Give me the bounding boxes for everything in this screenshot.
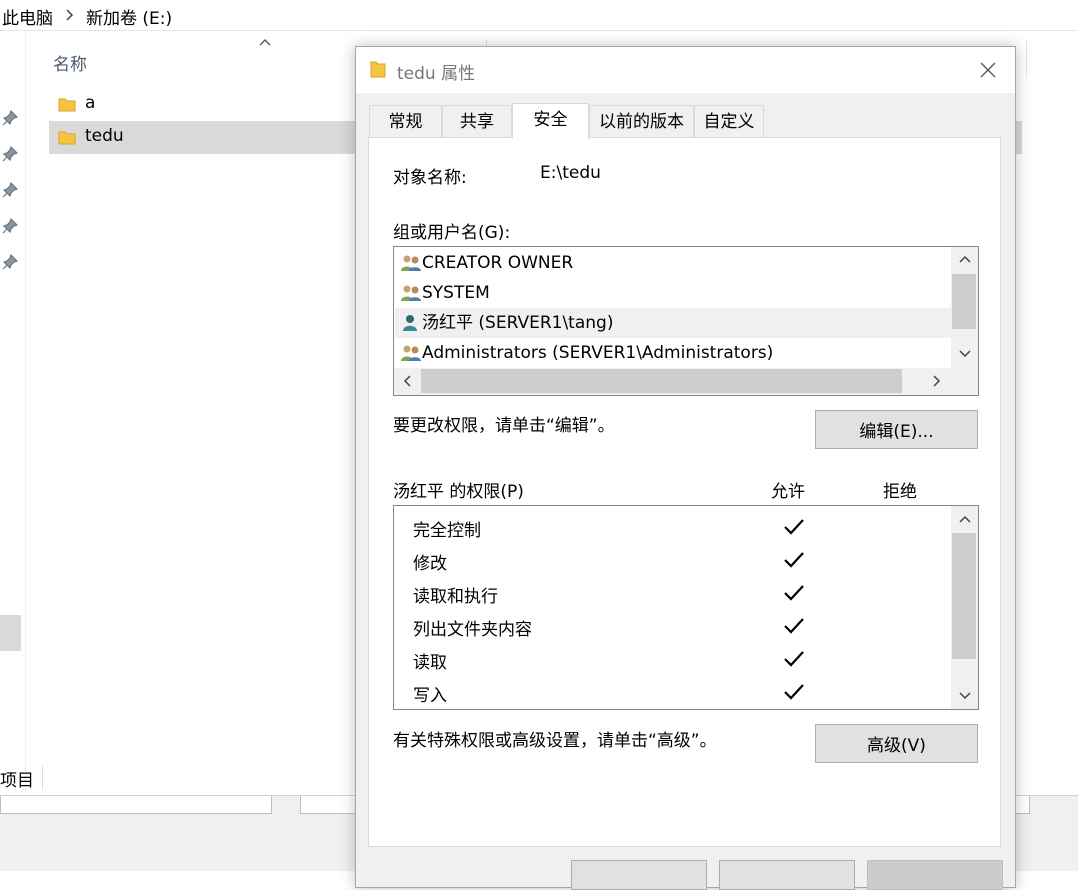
scroll-up-icon[interactable] bbox=[959, 515, 971, 523]
users-horizontal-scrollbar[interactable] bbox=[394, 368, 951, 395]
status-divider bbox=[42, 766, 43, 790]
address-bar[interactable]: 此电脑 新加卷 (E:) bbox=[0, 0, 1078, 31]
bottom-pane bbox=[300, 796, 360, 814]
group-users-icon bbox=[400, 284, 422, 302]
breadcrumb-chevron-icon bbox=[66, 9, 74, 21]
tab-customize[interactable]: 自定义 bbox=[694, 105, 764, 137]
user-item-system[interactable]: SYSTEM bbox=[400, 278, 490, 308]
scroll-down-icon[interactable] bbox=[959, 692, 971, 700]
scroll-thumb[interactable] bbox=[952, 533, 976, 659]
permission-name: 写入 bbox=[413, 686, 447, 706]
security-panel: 对象名称: E:\tedu 组或用户名(G): CREATOR OWNER SY… bbox=[368, 137, 1001, 847]
dialog-titlebar[interactable]: tedu 属性 bbox=[356, 47, 1015, 93]
permissions-vertical-scrollbar[interactable] bbox=[951, 506, 978, 709]
navigation-pane bbox=[0, 30, 26, 795]
allow-check-icon bbox=[783, 551, 805, 569]
scroll-up-icon[interactable] bbox=[959, 255, 971, 263]
deny-header: 拒绝 bbox=[883, 482, 917, 502]
permission-row: 读取和执行 bbox=[394, 576, 951, 609]
tab-sharing[interactable]: 共享 bbox=[442, 105, 512, 137]
group-users-icon bbox=[400, 254, 422, 272]
permissions-listbox[interactable]: 完全控制 修改 读取和执行 列出文件夹内容 读取 写入 bbox=[393, 505, 979, 710]
folder-icon bbox=[370, 60, 386, 78]
user-name: 汤红平 (SERVER1\tang) bbox=[422, 313, 614, 333]
user-item-administrators[interactable]: Administrators (SERVER1\Administrators) bbox=[400, 338, 773, 368]
permission-row: 写入 bbox=[394, 675, 951, 708]
pin-icon[interactable] bbox=[2, 218, 18, 234]
pin-icon[interactable] bbox=[2, 182, 18, 198]
change-permissions-hint: 要更改权限，请单击“编辑”。 bbox=[393, 416, 615, 436]
allow-header: 允许 bbox=[771, 482, 805, 502]
pin-icon[interactable] bbox=[2, 110, 18, 126]
file-name: tedu bbox=[85, 126, 124, 146]
users-listbox[interactable]: CREATOR OWNER SYSTEM 汤红平 (SERVER1\tang) … bbox=[393, 246, 979, 396]
sort-ascending-icon bbox=[259, 38, 271, 46]
close-button[interactable] bbox=[966, 53, 1010, 87]
user-name: CREATOR OWNER bbox=[422, 253, 574, 273]
scroll-thumb[interactable] bbox=[421, 369, 902, 393]
bottom-pane bbox=[0, 796, 272, 814]
allow-check-icon bbox=[783, 683, 805, 701]
file-row-tedu[interactable]: tedu bbox=[49, 121, 359, 154]
permission-row: 读取 bbox=[394, 642, 951, 675]
file-row-a[interactable]: a bbox=[49, 88, 359, 121]
status-item-count: 项目 bbox=[0, 771, 34, 791]
close-icon bbox=[980, 62, 996, 78]
column-divider bbox=[1026, 40, 1027, 78]
permission-name: 读取和执行 bbox=[413, 587, 498, 607]
pin-icon[interactable] bbox=[2, 146, 18, 162]
allow-check-icon bbox=[783, 584, 805, 602]
scroll-thumb[interactable] bbox=[952, 274, 976, 329]
group-users-icon bbox=[400, 344, 422, 362]
scroll-left-icon[interactable] bbox=[403, 375, 411, 387]
user-name: Administrators (SERVER1\Administrators) bbox=[422, 343, 774, 363]
permission-row: 完全控制 bbox=[394, 510, 951, 543]
folder-icon bbox=[58, 96, 76, 112]
edit-button[interactable]: 编辑(E)... bbox=[815, 410, 978, 449]
groups-label: 组或用户名(G): bbox=[393, 223, 511, 243]
tab-previous-versions[interactable]: 以前的版本 bbox=[589, 105, 694, 137]
breadcrumb-volume[interactable]: 新加卷 (E:) bbox=[86, 4, 172, 29]
permission-name: 读取 bbox=[413, 653, 447, 673]
permission-name: 列出文件夹内容 bbox=[413, 620, 532, 640]
permission-row: 修改 bbox=[394, 543, 951, 576]
scroll-down-icon[interactable] bbox=[959, 350, 971, 358]
advanced-hint: 有关特殊权限或高级设置，请单击“高级”。 bbox=[393, 731, 717, 751]
users-vertical-scrollbar[interactable] bbox=[951, 247, 978, 368]
tab-security[interactable]: 安全 bbox=[512, 103, 589, 139]
file-name: a bbox=[85, 93, 96, 113]
allow-check-icon bbox=[783, 617, 805, 635]
object-name-value: E:\tedu bbox=[540, 163, 601, 183]
column-header-name[interactable]: 名称 bbox=[53, 50, 87, 75]
object-name-label: 对象名称: bbox=[393, 168, 467, 188]
pin-icon[interactable] bbox=[2, 254, 18, 270]
allow-check-icon bbox=[783, 650, 805, 668]
scroll-right-icon[interactable] bbox=[933, 375, 941, 387]
folder-icon bbox=[58, 129, 76, 145]
tab-general[interactable]: 常规 bbox=[369, 105, 442, 137]
apply-button[interactable] bbox=[867, 860, 1003, 890]
user-name: SYSTEM bbox=[422, 283, 490, 303]
scroll-corner bbox=[951, 368, 978, 395]
bottom-pane bbox=[1014, 796, 1030, 814]
single-user-icon bbox=[400, 314, 422, 332]
permission-row: 列出文件夹内容 bbox=[394, 609, 951, 642]
cancel-button[interactable] bbox=[719, 860, 855, 890]
nav-selected-item[interactable] bbox=[0, 615, 21, 651]
advanced-button[interactable]: 高级(V) bbox=[815, 724, 978, 763]
allow-check-icon bbox=[783, 518, 805, 536]
breadcrumb-this-pc[interactable]: 此电脑 bbox=[2, 4, 53, 29]
user-item-creator-owner[interactable]: CREATOR OWNER bbox=[400, 248, 573, 278]
permission-name: 修改 bbox=[413, 554, 447, 574]
dialog-title: tedu 属性 bbox=[397, 64, 476, 84]
user-item-tang[interactable]: 汤红平 (SERVER1\tang) bbox=[400, 308, 613, 338]
permission-name: 完全控制 bbox=[413, 521, 481, 541]
ok-button[interactable] bbox=[571, 860, 707, 890]
permissions-label: 汤红平 的权限(P) bbox=[393, 482, 524, 502]
properties-dialog: tedu 属性 常规 共享 安全 以前的版本 自定义 对象名称: E:\tedu… bbox=[355, 46, 1016, 890]
